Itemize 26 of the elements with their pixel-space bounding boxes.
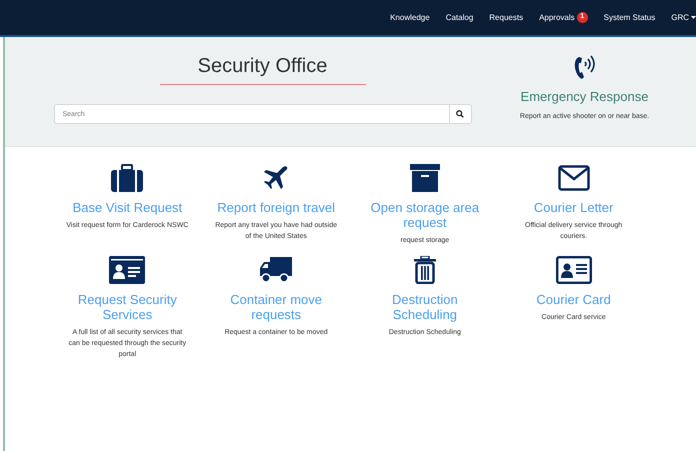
emergency-title[interactable]: Emergency Response	[520, 87, 648, 106]
airplane-icon	[263, 164, 290, 192]
id-card-icon	[556, 256, 592, 284]
archive-box-icon	[410, 164, 440, 192]
service-title[interactable]: Report foreign travel	[217, 200, 336, 215]
envelope-icon	[558, 164, 590, 192]
service-title[interactable]: Courier Letter	[534, 200, 614, 215]
nav-link[interactable]: System Status	[604, 12, 656, 24]
nav-link[interactable]: Catalog	[446, 12, 474, 24]
page-title: Security Office	[198, 54, 328, 79]
service-title[interactable]: Courier Card	[536, 292, 611, 307]
service-title[interactable]: Destruction Scheduling	[360, 292, 490, 322]
search-icon	[456, 110, 464, 118]
service-title[interactable]: Request Security Services	[62, 292, 192, 322]
truck-icon	[260, 256, 292, 284]
trash-can-icon	[412, 256, 437, 284]
id-card-icon	[109, 256, 146, 284]
search-button[interactable]	[450, 104, 472, 124]
nav-link[interactable]: Knowledge	[390, 12, 430, 24]
phone-icon	[572, 53, 596, 81]
service-title[interactable]: Base Visit Request	[72, 200, 182, 215]
nav-link[interactable]: Requests	[489, 12, 524, 24]
nav-link[interactable]: GRC	[671, 12, 696, 24]
briefcase-icon	[111, 164, 144, 192]
service-title[interactable]: Container move requests	[211, 292, 342, 322]
service-title[interactable]: Open storage area request	[360, 200, 490, 230]
